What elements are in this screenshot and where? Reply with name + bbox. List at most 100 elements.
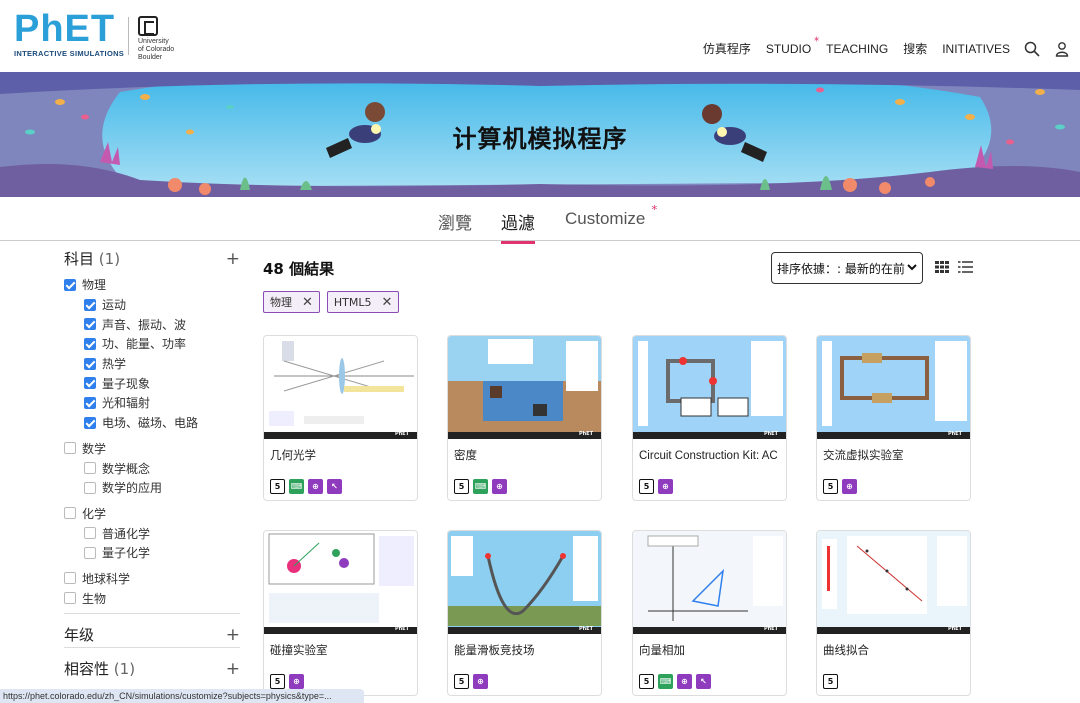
close-icon[interactable]: ✕ [302,295,313,310]
nav-search[interactable]: 搜索 [903,40,927,57]
filter-option[interactable]: 地球科学 [64,569,240,589]
filter-chip[interactable]: 物理 ✕ [263,291,320,313]
simulation-card[interactable]: 交流虚拟实验室5⊕ [816,335,971,501]
html5-icon: 5 [454,479,469,494]
list-view-icon[interactable] [958,261,973,273]
search-icon[interactable] [1024,41,1040,57]
nav-initiatives[interactable]: INITIATIVES [942,42,1010,56]
grid-view-icon[interactable] [935,261,949,273]
results-count: 48 個結果 [263,260,335,278]
simulation-thumbnail[interactable] [633,531,786,634]
checkbox[interactable] [64,442,76,455]
checkbox[interactable] [84,462,96,475]
feature-badges: 5 ⊕ [639,479,677,494]
simulation-card[interactable]: 几何光学 5 ⌨ ⊕ ↖ [263,335,418,501]
nav-simulations[interactable]: 仿真程序 [703,40,751,57]
simulation-card[interactable]: 碰撞实验室5⊕ [263,530,418,696]
feature-badges: 5 ⌨ ⊕ [454,479,511,494]
simulation-thumbnail[interactable] [448,336,601,439]
facet-subject-label: 科目 [64,250,95,268]
simulation-card[interactable]: 密度 5 ⌨ ⊕ [447,335,602,501]
phet-logo[interactable]: PhET INTERACTIVE SIMULATIONS [14,10,125,58]
filter-option[interactable]: 生物 [64,588,240,608]
user-icon[interactable] [1054,41,1070,57]
tab-filter[interactable]: 過濾 [501,209,535,244]
simulation-thumbnail[interactable] [264,336,417,439]
close-icon[interactable]: ✕ [382,295,393,310]
feature-badges: 5 ⌨ ⊕ ↖ [270,479,346,494]
filter-option[interactable]: 物理 [64,275,240,295]
checkbox[interactable] [84,318,96,331]
filter-option-label: 量子现象 [102,376,151,391]
interactive-icon: ↖ [696,674,711,689]
filter-option-label: 地球科学 [82,571,131,586]
university-logo[interactable]: University of Colorado Boulder [138,16,174,62]
simulation-thumbnail[interactable] [817,531,970,634]
checkbox[interactable] [84,298,96,311]
filter-option[interactable]: 电场、磁场、电路 [64,413,240,433]
simulation-title[interactable]: Circuit Construction Kit: AC [639,450,784,463]
filter-option[interactable]: 声音、振动、波 [64,314,240,334]
nav-teaching[interactable]: TEACHING [826,42,888,56]
simulation-card[interactable]: 能量滑板竞技场5⊕ [447,530,602,696]
sort-select[interactable]: 排序依據：: 最新的在前 [771,252,923,284]
checkbox[interactable] [84,337,96,350]
checkbox[interactable] [84,416,96,429]
facet-compat-count: (1) [113,660,136,678]
filter-option[interactable]: 数学 [64,439,240,459]
checkbox[interactable] [84,396,96,409]
expand-icon[interactable]: + [226,625,240,645]
checkbox[interactable] [84,357,96,370]
checkbox[interactable] [64,507,76,520]
filter-option[interactable]: 普通化学 [64,523,240,543]
zoom-icon: ⊕ [473,674,488,689]
logo-subtitle: INTERACTIVE SIMULATIONS [14,49,125,58]
filter-option[interactable]: 运动 [64,295,240,315]
facet-subject-header[interactable]: 科目 (1) + [64,248,240,269]
checkbox[interactable] [64,572,76,585]
filter-option[interactable]: 功、能量、功率 [64,334,240,354]
facet-grade-header[interactable]: 年级 + [64,624,240,645]
simulation-thumbnail[interactable] [448,531,601,634]
nav-studio[interactable]: STUDIO ⁎ [766,33,819,56]
expand-icon[interactable]: + [226,659,240,679]
tab-browse[interactable]: 瀏覽 [438,209,472,234]
filter-option[interactable]: 数学的应用 [64,478,240,498]
filter-sidebar: 科目 (1) + 物理运动 声音、振动、波 功、能量、功率 热学量子现象光和辐射电场、… [64,248,240,608]
expand-icon[interactable]: + [226,249,240,269]
filter-option[interactable]: 光和辐射 [64,393,240,413]
filter-option[interactable]: 化学 [64,504,240,524]
simulation-card[interactable]: 向量相加 5 ⌨ ⊕ ↖ [632,530,787,696]
simulation-title[interactable]: 向量相加 [639,645,784,658]
simulation-title[interactable]: 密度 [454,450,599,463]
filter-option[interactable]: 量子化学 [64,543,240,563]
tab-customize[interactable]: Customize ⁎ [565,199,657,229]
facet-compat-header[interactable]: 相容性 (1) + [64,658,240,679]
checkbox[interactable] [84,527,96,540]
simulation-thumbnail[interactable] [817,336,970,439]
sparkle-icon: ⁎ [814,32,820,44]
simulation-title[interactable]: 曲线拟合 [823,645,968,658]
filter-option[interactable]: 热学 [64,354,240,374]
checkbox[interactable] [84,481,96,494]
simulation-thumbnail[interactable] [264,531,417,634]
filter-option-label: 光和辐射 [102,396,151,411]
simulation-title[interactable]: 能量滑板竞技场 [454,645,599,658]
checkbox[interactable] [64,592,76,605]
simulation-title[interactable]: 几何光学 [270,450,415,463]
filter-option[interactable]: 数学概念 [64,458,240,478]
zoom-icon: ⊕ [289,674,304,689]
simulation-title[interactable]: 碰撞实验室 [270,645,415,658]
checkbox[interactable] [84,377,96,390]
university-line-1: University [138,38,169,45]
filter-option-label: 物理 [82,278,107,293]
filter-option[interactable]: 量子现象 [64,373,240,393]
filter-chip[interactable]: HTML5 ✕ [326,291,400,313]
checkbox[interactable] [84,546,96,559]
simulation-card[interactable]: 曲线拟合 5 [816,530,971,696]
status-bar-url: https://phet.colorado.edu/zh_CN/simulati… [0,689,364,703]
simulation-card[interactable]: Circuit Construction Kit: AC 5⊕ [632,335,787,501]
simulation-thumbnail[interactable] [633,336,786,439]
checkbox[interactable] [64,278,76,291]
simulation-title[interactable]: 交流虚拟实验室 [823,450,968,463]
